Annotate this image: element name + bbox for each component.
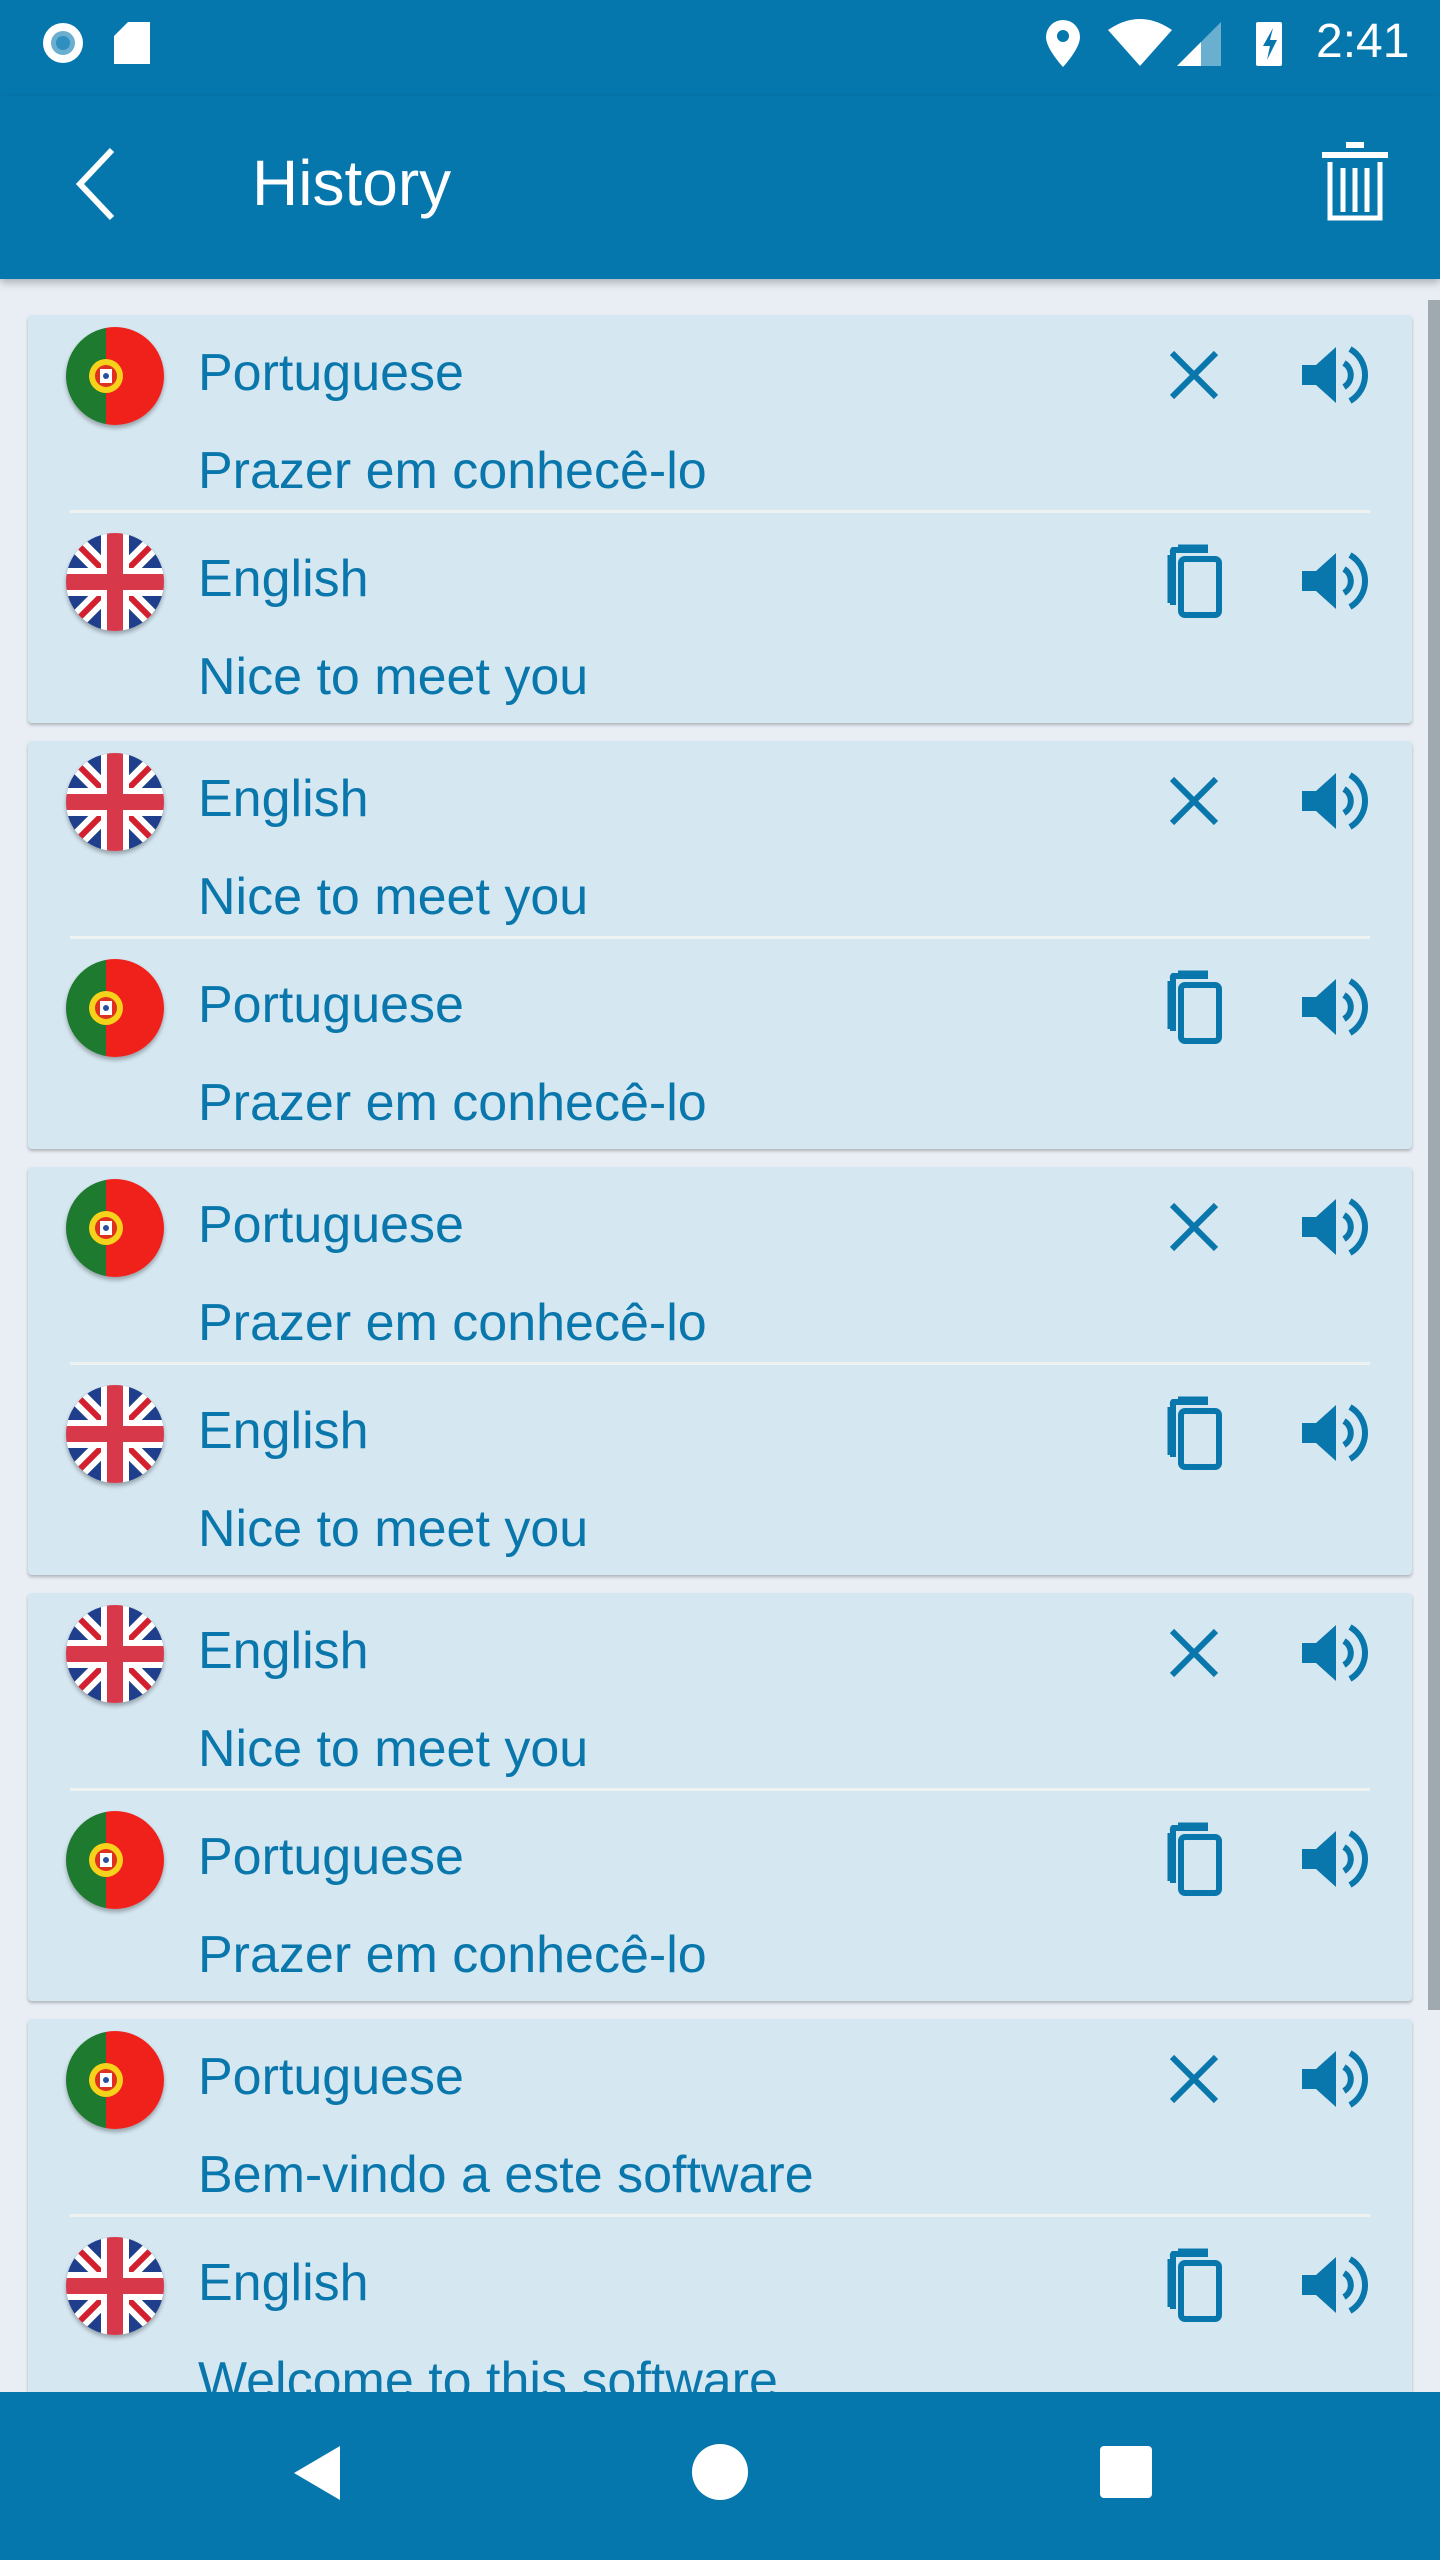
nav-recents-icon[interactable] <box>1098 2444 1154 2500</box>
speaker-icon[interactable] <box>1298 1191 1370 1263</box>
translation-text: Nice to meet you <box>198 868 589 926</box>
target-translation: English Nice to meet you <box>28 1373 1412 1579</box>
translation-text: Prazer em conhecê-lo <box>198 1926 707 1984</box>
divider <box>70 510 1370 513</box>
speaker-icon[interactable] <box>1298 1397 1370 1469</box>
divider <box>70 2214 1370 2217</box>
close-icon[interactable] <box>1164 1621 1224 1685</box>
speaker-icon[interactable] <box>1298 2249 1370 2321</box>
flag-gb-icon <box>66 753 164 851</box>
divider <box>70 1362 1370 1365</box>
flag-gb-icon <box>66 533 164 631</box>
close-icon[interactable] <box>1164 1195 1224 1259</box>
navigation-bar <box>0 2392 1440 2560</box>
translation-text: Prazer em conhecê-lo <box>198 1294 707 1352</box>
speaker-icon[interactable] <box>1298 1617 1370 1689</box>
copy-icon[interactable] <box>1164 2247 1224 2323</box>
speaker-icon[interactable] <box>1298 339 1370 411</box>
translation-text: Prazer em conhecê-lo <box>198 1074 707 1132</box>
flag-gb-icon <box>66 1605 164 1703</box>
target-translation: Portuguese Prazer em conhecê-lo <box>28 1799 1412 2005</box>
app-bar: History <box>0 96 1440 279</box>
language-label: Portuguese <box>198 1828 464 1886</box>
divider <box>70 936 1370 939</box>
status-bar: 2:41 <box>0 0 1440 96</box>
clock: 2:41 <box>1316 15 1410 68</box>
source-translation: English Nice to meet you <box>28 741 1412 947</box>
flag-pt-icon <box>66 1179 164 1277</box>
translation-text: Prazer em conhecê-lo <box>198 442 707 500</box>
scrollbar[interactable] <box>1428 300 1440 2010</box>
notification-icons <box>43 22 150 64</box>
translation-text: Bem-vindo a este software <box>198 2146 814 2204</box>
speaker-icon[interactable] <box>1298 545 1370 617</box>
language-label: Portuguese <box>198 1196 464 1254</box>
translation-text: Nice to meet you <box>198 1500 589 1558</box>
copy-icon[interactable] <box>1164 1821 1224 1897</box>
history-card[interactable]: English Nice to meet you Portuguese Praz… <box>28 741 1412 1149</box>
close-icon[interactable] <box>1164 2047 1224 2111</box>
copy-icon[interactable] <box>1164 543 1224 619</box>
language-label: English <box>198 550 369 608</box>
page-title: History <box>252 147 452 219</box>
flag-pt-icon <box>66 959 164 1057</box>
back-arrow-icon[interactable] <box>60 144 130 224</box>
history-card[interactable]: Portuguese Prazer em conhecê-lo English … <box>28 1167 1412 1575</box>
flag-gb-icon <box>66 1385 164 1483</box>
language-label: English <box>198 770 369 828</box>
target-translation: Portuguese Prazer em conhecê-lo <box>28 947 1412 1153</box>
history-card[interactable]: Portuguese Prazer em conhecê-lo English … <box>28 315 1412 723</box>
translation-text: Nice to meet you <box>198 1720 589 1778</box>
copy-icon[interactable] <box>1164 969 1224 1045</box>
nav-back-icon[interactable] <box>288 2442 344 2504</box>
speaker-icon[interactable] <box>1298 1823 1370 1895</box>
flag-pt-icon <box>66 327 164 425</box>
translation-text: Welcome to this software <box>198 2352 778 2392</box>
source-translation: Portuguese Prazer em conhecê-lo <box>28 315 1412 521</box>
speaker-icon[interactable] <box>1298 765 1370 837</box>
language-label: Portuguese <box>198 2048 464 2106</box>
source-translation: Portuguese Bem-vindo a este software <box>28 2019 1412 2225</box>
divider <box>70 1788 1370 1791</box>
history-card[interactable]: Portuguese Bem-vindo a este software Eng… <box>28 2019 1412 2392</box>
target-translation: English Nice to meet you <box>28 521 1412 727</box>
source-translation: Portuguese Prazer em conhecê-lo <box>28 1167 1412 1373</box>
trash-icon[interactable] <box>1318 140 1392 224</box>
language-label: Portuguese <box>198 344 464 402</box>
language-label: English <box>198 1622 369 1680</box>
history-list[interactable]: Portuguese Prazer em conhecê-lo English … <box>0 279 1440 2392</box>
target-translation: English Welcome to this software <box>28 2225 1412 2392</box>
language-label: Portuguese <box>198 976 464 1034</box>
speaker-icon[interactable] <box>1298 2043 1370 2115</box>
speaker-icon[interactable] <box>1298 971 1370 1043</box>
close-icon[interactable] <box>1164 343 1224 407</box>
language-label: English <box>198 1402 369 1460</box>
copy-icon[interactable] <box>1164 1395 1224 1471</box>
system-status-icons <box>1046 19 1282 67</box>
nav-home-icon[interactable] <box>690 2442 750 2502</box>
flag-pt-icon <box>66 2031 164 2129</box>
source-translation: English Nice to meet you <box>28 1593 1412 1799</box>
flag-gb-icon <box>66 2237 164 2335</box>
close-icon[interactable] <box>1164 769 1224 833</box>
history-card[interactable]: English Nice to meet you Portuguese Praz… <box>28 1593 1412 2001</box>
translation-text: Nice to meet you <box>198 648 589 706</box>
language-label: English <box>198 2254 369 2312</box>
flag-pt-icon <box>66 1811 164 1909</box>
